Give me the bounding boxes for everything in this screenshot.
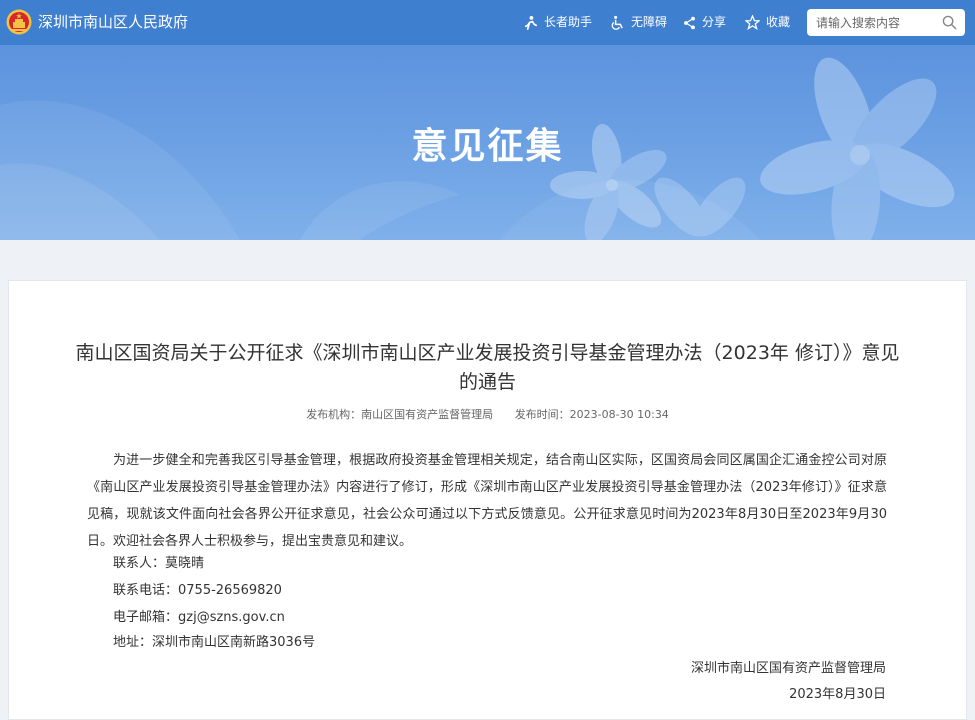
accessibility-button[interactable]: 无障碍 [610, 0, 667, 45]
share-button[interactable]: 分享 [683, 0, 726, 45]
contact-person: 联系人：莫晓晴 [113, 556, 205, 571]
search-icon[interactable] [942, 15, 957, 30]
signature-org: 深圳市南山区国有资产监督管理局 [690, 661, 886, 676]
contact-address: 地址：深圳市南山区南新路3036号 [113, 635, 316, 650]
signature-date: 2023年8月30日 [789, 687, 886, 702]
site-name-link[interactable]: 深圳市南山区人民政府 [38, 0, 188, 45]
page-title: 意见征集 [411, 126, 564, 167]
article-meta: 发布机构：南山区国有资产监督管理局 发布时间：2023-08-30 10:34 [9, 406, 966, 422]
article-title: 南山区国资局关于公开征求《深圳市南山区产业发展投资引导基金管理办法（2023年 … [75, 342, 900, 393]
contact-phone: 联系电话：0755-26569820 [113, 583, 282, 598]
elder-assistant-label: 长者助手 [544, 15, 593, 29]
top-bar: 深圳市南山区人民政府 长者助手 无障碍 分享 收藏 [0, 0, 975, 45]
elder-icon [524, 15, 537, 30]
article-body: 为进一步健全和完善我区引导基金管理，根据政府投资基金管理相关规定，结合南山区实际… [87, 453, 887, 549]
share-label: 分享 [702, 15, 727, 29]
page-banner: 意见征集 [0, 45, 975, 240]
article-card: 南山区国资局关于公开征求《深圳市南山区产业发展投资引导基金管理办法（2023年 … [8, 280, 967, 720]
share-icon [684, 16, 695, 29]
publisher-text: 发布机构：南山区国有资产监督管理局 [306, 408, 494, 421]
star-icon [745, 15, 760, 30]
favorite-label: 收藏 [766, 15, 791, 29]
search-box [807, 9, 965, 36]
national-emblem-icon[interactable] [6, 9, 32, 35]
publish-time-text: 发布时间：2023-08-30 10:34 [514, 408, 669, 421]
contact-email: 电子邮箱：gzj@szns.gov.cn [113, 610, 285, 625]
favorite-button[interactable]: 收藏 [745, 0, 790, 45]
wheelchair-icon [611, 15, 623, 30]
accessibility-label: 无障碍 [631, 15, 668, 29]
search-input[interactable] [816, 9, 936, 36]
elder-assistant-button[interactable]: 长者助手 [523, 0, 592, 45]
